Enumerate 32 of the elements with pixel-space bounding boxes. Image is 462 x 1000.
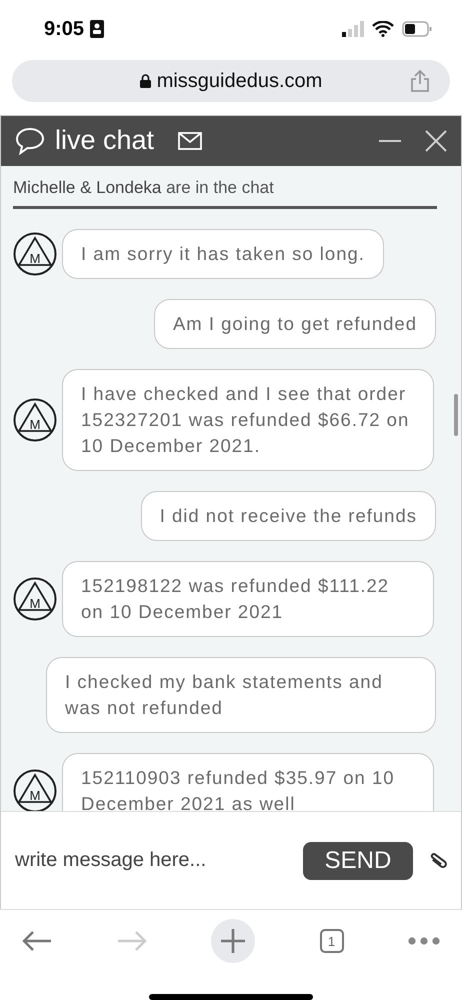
agent-message: 152198122 was refunded $111.22 on 10 December 2021 xyxy=(62,560,434,637)
signal-icon xyxy=(342,21,364,37)
new-tab-icon[interactable] xyxy=(211,919,255,963)
agent-avatar: M xyxy=(13,232,57,276)
id-card-icon xyxy=(90,20,104,38)
agent-avatar: M xyxy=(13,576,57,621)
speech-bubble-icon xyxy=(15,126,45,155)
chat-title: live chat xyxy=(55,125,154,156)
share-icon[interactable] xyxy=(410,69,430,93)
clock-time: 9:05 xyxy=(44,18,84,40)
agent-message: I am sorry it has taken so long. xyxy=(62,228,384,279)
user-message: Am I going to get refunded xyxy=(154,298,436,349)
participants-text: Michelle & Londeka are in the chat xyxy=(13,178,274,197)
user-message: I did not receive the refunds xyxy=(140,490,436,541)
send-button[interactable]: SEND xyxy=(303,842,413,880)
lock-icon xyxy=(140,74,151,88)
battery-icon xyxy=(402,21,432,37)
agent-message: I have checked and I see that order 152327201 was refunded $66.72 on 10 December 2021. xyxy=(62,368,434,471)
message-input[interactable]: write message here... xyxy=(13,848,289,874)
url-text: missguidedus.com xyxy=(156,70,322,92)
user-message: I checked my bank statements and was not refunded xyxy=(46,656,436,733)
close-icon[interactable] xyxy=(425,130,447,152)
tab-count[interactable]: 1 xyxy=(320,929,344,953)
envelope-icon[interactable] xyxy=(178,132,202,150)
agent-avatar: M xyxy=(13,398,57,442)
scrollbar[interactable] xyxy=(454,394,458,436)
agent-message: 152110903 refunded $35.97 on 10 December 2021 as well xyxy=(62,752,434,812)
wifi-icon xyxy=(372,21,394,37)
more-icon[interactable] xyxy=(408,937,440,945)
agent-avatar: M xyxy=(13,768,57,812)
back-icon[interactable] xyxy=(22,930,52,952)
address-bar[interactable]: missguidedus.com xyxy=(12,60,450,102)
